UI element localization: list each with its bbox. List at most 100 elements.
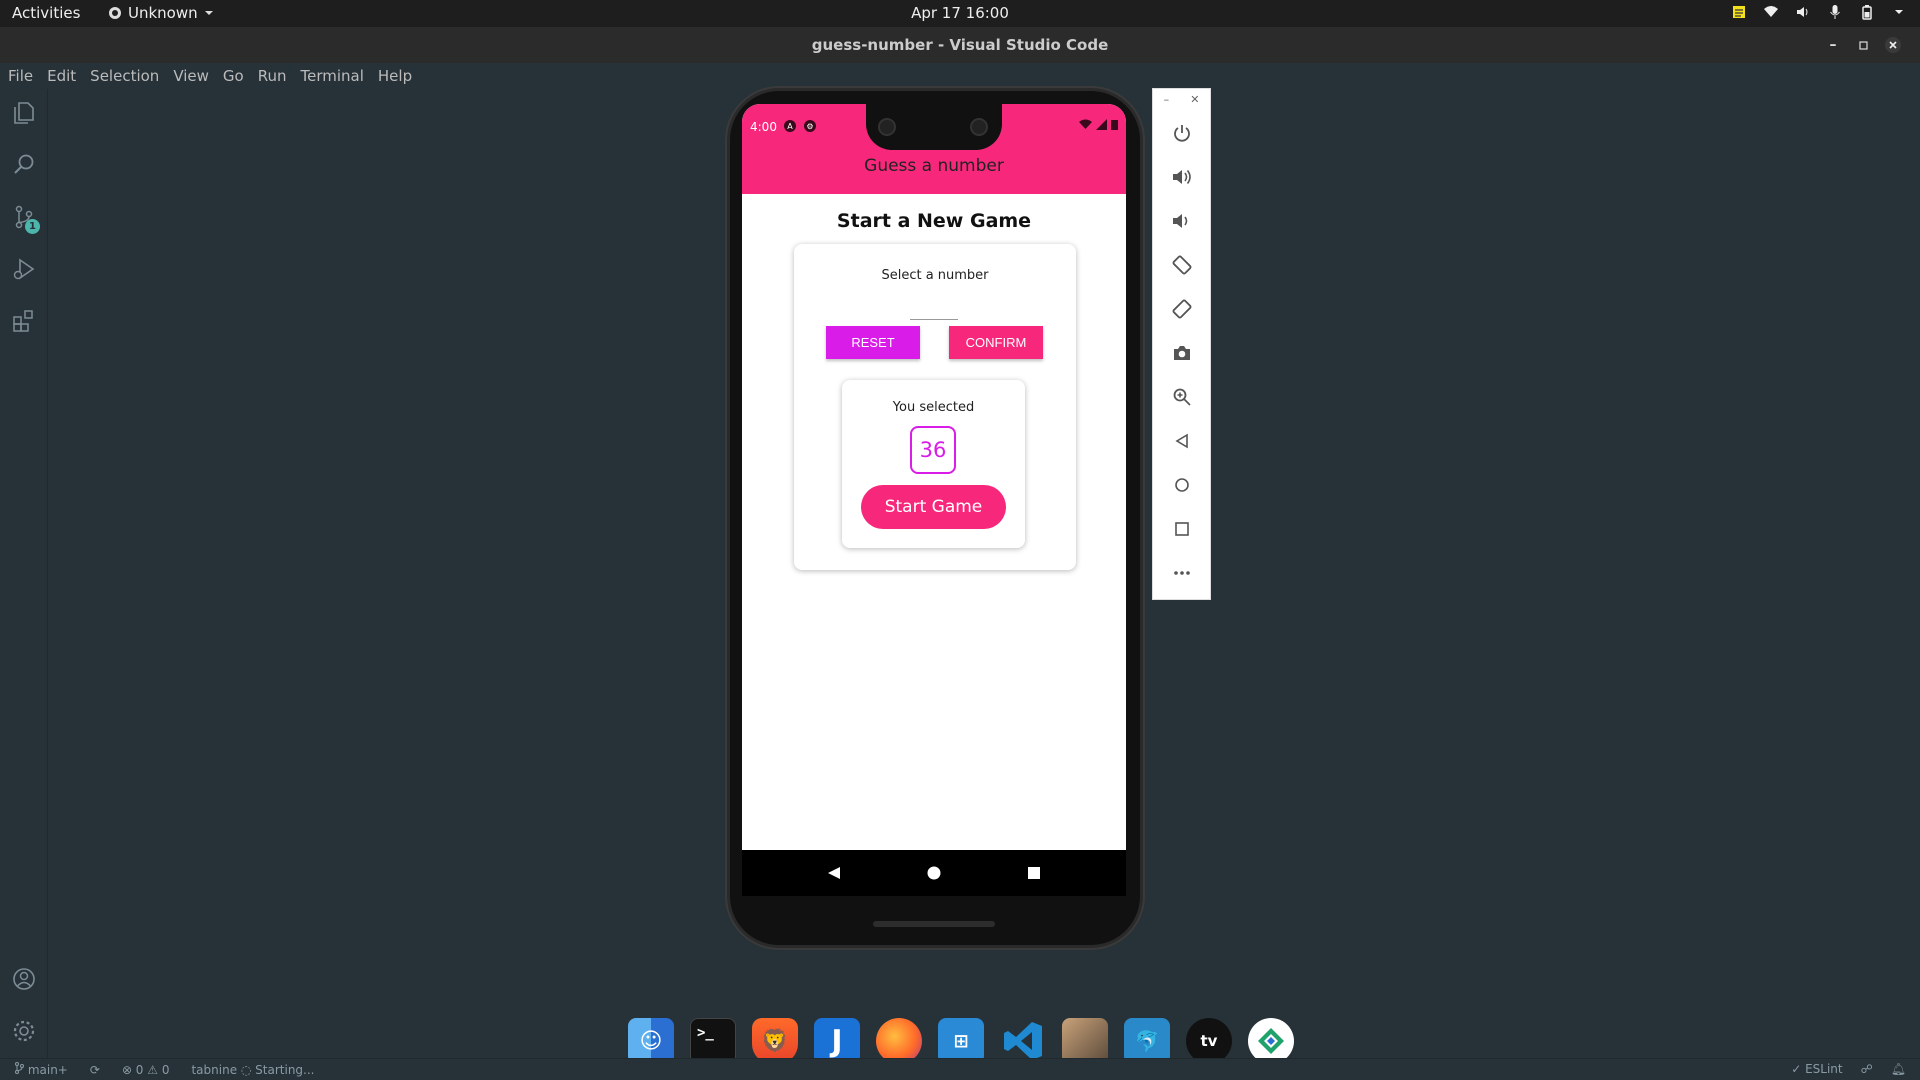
run-debug-button[interactable] bbox=[0, 245, 48, 293]
maximize-button[interactable] bbox=[1848, 27, 1878, 63]
app-header: 4:00 A ⚙ Guess a number bbox=[742, 104, 1126, 194]
back-icon bbox=[1174, 433, 1188, 449]
power-button[interactable] bbox=[1153, 117, 1210, 149]
wifi-icon[interactable] bbox=[1762, 3, 1780, 21]
explorer-button[interactable] bbox=[0, 89, 48, 137]
back-triangle-icon bbox=[828, 867, 840, 879]
zoom-icon bbox=[1173, 388, 1191, 406]
branch-status[interactable]: main+ bbox=[14, 1062, 68, 1077]
volume-up-button[interactable] bbox=[1153, 161, 1210, 193]
extensions-button[interactable] bbox=[0, 297, 48, 345]
accounts-button[interactable] bbox=[0, 955, 48, 1003]
home-circle-icon bbox=[927, 866, 941, 880]
phone-screen: 4:00 A ⚙ Guess a number Start a New Game… bbox=[742, 104, 1126, 896]
menu-go[interactable]: Go bbox=[221, 67, 246, 85]
chevron-down-icon[interactable] bbox=[1890, 3, 1908, 21]
menu-bar: File Edit Selection View Go Run Terminal… bbox=[0, 63, 1920, 89]
minimize-button[interactable]: – bbox=[1818, 27, 1848, 63]
search-icon bbox=[14, 154, 34, 174]
reset-button[interactable]: RESET bbox=[826, 326, 920, 359]
confirm-button[interactable]: CONFIRM bbox=[949, 326, 1043, 359]
account-icon bbox=[13, 968, 35, 990]
menu-file[interactable]: File bbox=[6, 67, 35, 85]
phone-status-icons bbox=[1079, 119, 1118, 130]
menu-view[interactable]: View bbox=[171, 67, 211, 85]
input-card: Select a number RESET CONFIRM You select… bbox=[794, 244, 1076, 570]
overview-square-icon bbox=[1028, 867, 1040, 879]
source-control-badge: 1 bbox=[25, 219, 40, 234]
notes-icon[interactable] bbox=[1730, 3, 1748, 21]
phone-notch bbox=[866, 104, 1002, 150]
rotate-left-icon bbox=[1172, 255, 1191, 275]
select-number-label: Select a number bbox=[881, 268, 989, 283]
battery-icon[interactable] bbox=[1858, 3, 1876, 21]
window-title-bar: guess-number - Visual Studio Code – bbox=[0, 27, 1920, 63]
branch-icon bbox=[15, 1062, 24, 1074]
front-sensor bbox=[970, 118, 988, 136]
nav-overview-button[interactable] bbox=[1023, 862, 1045, 884]
gear-icon bbox=[13, 1020, 35, 1042]
eslint-status[interactable]: ✓ ESLint bbox=[1791, 1062, 1842, 1076]
volume-down-icon bbox=[1172, 214, 1187, 228]
more-button[interactable] bbox=[1153, 557, 1210, 589]
sync-icon[interactable]: ⟳ bbox=[90, 1063, 100, 1077]
source-control-button[interactable]: 1 bbox=[0, 193, 48, 241]
rotate-right-button[interactable] bbox=[1153, 293, 1210, 325]
run-debug-icon bbox=[13, 258, 35, 280]
notification-icon: ⚙ bbox=[804, 120, 816, 132]
back-button[interactable] bbox=[1153, 425, 1210, 457]
nav-home-button[interactable] bbox=[923, 862, 945, 884]
window-controls: – bbox=[1818, 27, 1908, 63]
volume-up-icon bbox=[1172, 170, 1191, 184]
phone-clock: 4:00 bbox=[750, 120, 777, 134]
zoom-button[interactable] bbox=[1153, 381, 1210, 413]
volume-down-button[interactable] bbox=[1153, 205, 1210, 237]
tabnine-status[interactable]: tabnine ◌ Starting... bbox=[191, 1063, 314, 1077]
emulator-toolbar: – ✕ bbox=[1152, 88, 1211, 600]
start-game-button[interactable]: Start Game bbox=[861, 485, 1006, 529]
overview-button[interactable] bbox=[1153, 513, 1210, 545]
emulator-minimize-button[interactable]: – bbox=[1164, 93, 1170, 106]
home-button[interactable] bbox=[1153, 469, 1210, 501]
branch-label: main+ bbox=[27, 1063, 68, 1077]
manage-button[interactable] bbox=[0, 1007, 48, 1055]
home-icon bbox=[1174, 478, 1189, 492]
menu-terminal[interactable]: Terminal bbox=[299, 67, 366, 85]
volume-icon[interactable] bbox=[1794, 3, 1812, 21]
signal-icon bbox=[1096, 119, 1107, 130]
menu-selection[interactable]: Selection bbox=[88, 67, 161, 85]
menu-run[interactable]: Run bbox=[256, 67, 289, 85]
window-title: guess-number - Visual Studio Code bbox=[811, 36, 1109, 54]
clock[interactable]: Apr 17 16:00 bbox=[0, 4, 1920, 22]
live-share-icon[interactable]: ☍ bbox=[1861, 1062, 1873, 1076]
camera-icon bbox=[1173, 346, 1190, 360]
files-icon bbox=[14, 102, 34, 124]
gnome-top-bar: Activities Unknown Apr 17 16:00 bbox=[0, 0, 1920, 27]
notifications-bell-icon[interactable]: 🔔︎ bbox=[1891, 1062, 1906, 1076]
problems-status[interactable]: ⊗ 0 ⚠ 0 bbox=[122, 1063, 170, 1077]
wifi-icon bbox=[1079, 119, 1092, 129]
rotate-right-icon bbox=[1172, 299, 1191, 319]
number-input[interactable] bbox=[910, 300, 958, 320]
selected-number: 36 bbox=[910, 426, 956, 474]
battery-icon bbox=[1111, 120, 1118, 130]
more-icon bbox=[1173, 571, 1190, 575]
microphone-icon[interactable] bbox=[1826, 3, 1844, 21]
activity-bar: 1 bbox=[0, 89, 48, 1058]
menu-edit[interactable]: Edit bbox=[45, 67, 78, 85]
emulator-window-controls: – ✕ bbox=[1153, 93, 1210, 106]
emulator-close-button[interactable]: ✕ bbox=[1190, 93, 1199, 106]
you-selected-label: You selected bbox=[892, 400, 975, 415]
game-title: Start a New Game bbox=[836, 210, 1032, 232]
phone-speaker bbox=[873, 921, 995, 927]
system-tray[interactable] bbox=[1730, 3, 1908, 21]
nav-back-button[interactable] bbox=[823, 862, 845, 884]
extensions-icon bbox=[13, 310, 33, 332]
app-title: Guess a number bbox=[864, 156, 1004, 176]
search-button[interactable] bbox=[0, 141, 48, 189]
notification-icon: A bbox=[784, 120, 796, 132]
close-button[interactable] bbox=[1878, 27, 1908, 63]
menu-help[interactable]: Help bbox=[376, 67, 414, 85]
screenshot-button[interactable] bbox=[1153, 337, 1210, 369]
rotate-left-button[interactable] bbox=[1153, 249, 1210, 281]
